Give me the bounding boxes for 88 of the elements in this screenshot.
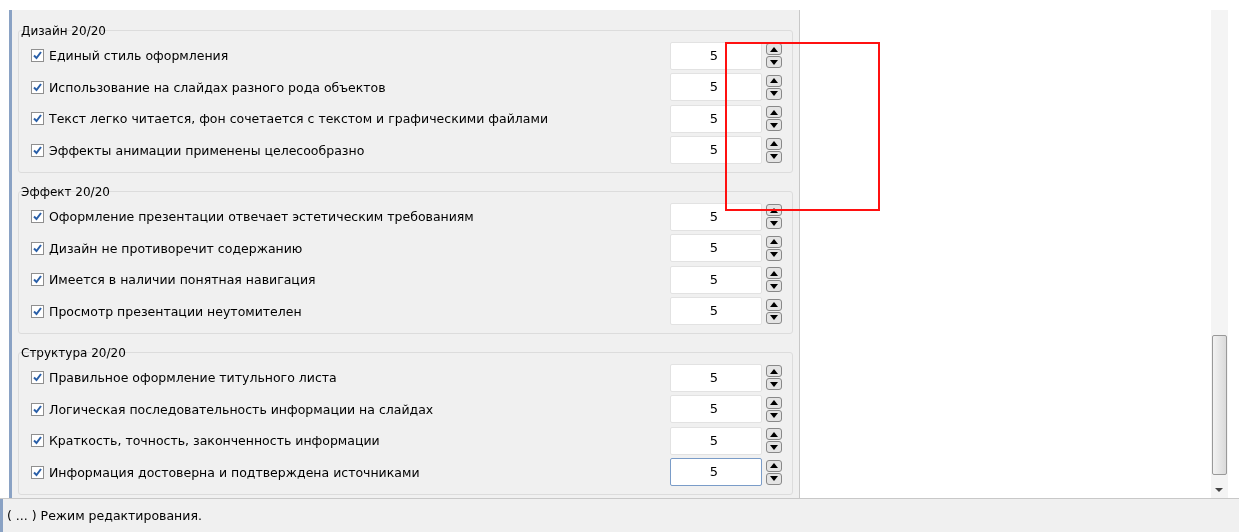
criterion-label: Просмотр презентации неутомителен <box>49 303 302 319</box>
score-field[interactable]: 5 <box>670 41 762 70</box>
checkbox[interactable] <box>31 371 44 385</box>
spin-up-button[interactable] <box>766 74 782 87</box>
down-arrow-icon <box>770 413 778 419</box>
score-field[interactable]: 5 <box>670 395 762 424</box>
up-arrow-icon <box>770 270 778 276</box>
down-arrow-icon <box>770 154 778 160</box>
spin-down-button[interactable] <box>766 150 782 163</box>
spin-down-button[interactable] <box>766 217 782 230</box>
checkbox[interactable] <box>31 80 44 94</box>
spin-up-button[interactable] <box>766 137 782 150</box>
score-field[interactable]: 5 <box>670 363 762 392</box>
criterion-label: Использование на слайдах разного рода объектов <box>49 79 386 95</box>
criterion-label: Эффекты анимации применены целесообразно <box>49 142 365 158</box>
up-arrow-icon <box>770 302 778 308</box>
score-field[interactable]: 5 <box>670 265 762 294</box>
score-field[interactable]: 5 <box>670 136 762 165</box>
spin-down-button[interactable] <box>766 472 782 485</box>
up-arrow-icon <box>770 431 778 437</box>
spin-up-button[interactable] <box>766 428 782 441</box>
scroll-down-icon[interactable] <box>1215 488 1223 492</box>
criterion-label: Логическая последовательность информации на слайдах <box>49 401 434 417</box>
spin-up-button[interactable] <box>766 106 782 119</box>
criterion-label: Краткость, точность, законченность информации <box>49 433 380 449</box>
criterion-label: Имеется в наличии понятная навигация <box>49 272 316 288</box>
spin-down-button[interactable] <box>766 378 782 391</box>
spin-down-button[interactable] <box>766 56 782 69</box>
up-arrow-icon <box>770 463 778 469</box>
spin-up-button[interactable] <box>766 267 782 280</box>
up-arrow-icon <box>770 141 778 147</box>
checkbox[interactable] <box>31 49 44 63</box>
scrollbar-thumb[interactable] <box>1212 335 1227 475</box>
down-arrow-icon <box>770 220 778 226</box>
down-arrow-icon <box>770 381 778 387</box>
criterion-label: Оформление презентации отвечает эстетическим требованиям <box>49 209 474 225</box>
checkbox[interactable] <box>31 210 44 224</box>
down-arrow-icon <box>770 91 778 97</box>
score-field[interactable]: 5 <box>670 426 762 455</box>
checkbox[interactable] <box>31 465 44 479</box>
spin-down-button[interactable] <box>766 280 782 293</box>
spin-down-button[interactable] <box>766 409 782 422</box>
down-arrow-icon <box>770 283 778 289</box>
up-arrow-icon <box>770 109 778 115</box>
criterion-label: Текст легко читается, фон сочетается с текстом и графическими файлами <box>49 111 548 127</box>
scrollbar[interactable] <box>1211 10 1228 498</box>
spin-down-button[interactable] <box>766 441 782 454</box>
group-title: Структура 20/20 <box>21 345 126 362</box>
score-field[interactable]: 5 <box>670 458 762 487</box>
criterion-label: Единый стиль оформления <box>49 48 229 64</box>
group-title: Эффект 20/20 <box>21 184 110 201</box>
down-arrow-icon <box>770 315 778 321</box>
spin-down-button[interactable] <box>766 119 782 132</box>
spin-up-button[interactable] <box>766 298 782 311</box>
spin-up-button[interactable] <box>766 235 782 248</box>
score-field[interactable]: 5 <box>670 234 762 263</box>
criterion-label: Информация достоверна и подтверждена источниками <box>49 464 420 480</box>
checkbox[interactable] <box>31 241 44 255</box>
criterion-label: Дизайн не противоречит содержанию <box>49 240 303 256</box>
score-field[interactable]: 5 <box>670 202 762 231</box>
checkbox[interactable] <box>31 402 44 416</box>
spin-down-button[interactable] <box>766 87 782 100</box>
score-field[interactable]: 5 <box>670 104 762 133</box>
up-arrow-icon <box>770 368 778 374</box>
score-field[interactable]: 5 <box>670 297 762 326</box>
down-arrow-icon <box>770 122 778 128</box>
up-arrow-icon <box>770 46 778 52</box>
down-arrow-icon <box>770 476 778 482</box>
spin-down-button[interactable] <box>766 248 782 261</box>
down-arrow-icon <box>770 252 778 258</box>
checkbox[interactable] <box>31 304 44 318</box>
up-arrow-icon <box>770 239 778 245</box>
status-text: ( ... ) Режим редактирования. <box>0 499 1239 532</box>
criterion-label: Правильное оформление титульного листа <box>49 370 337 386</box>
down-arrow-icon <box>770 444 778 450</box>
checkbox[interactable] <box>31 273 44 287</box>
checkbox[interactable] <box>31 434 44 448</box>
up-arrow-icon <box>770 400 778 406</box>
checkbox[interactable] <box>31 112 44 126</box>
checkbox[interactable] <box>31 143 44 157</box>
spin-up-button[interactable] <box>766 459 782 472</box>
spin-down-button[interactable] <box>766 311 782 324</box>
up-arrow-icon <box>770 78 778 84</box>
spin-up-button[interactable] <box>766 396 782 409</box>
spin-up-button[interactable] <box>766 365 782 378</box>
score-field[interactable]: 5 <box>670 73 762 102</box>
group-title: Дизайн 20/20 <box>21 23 106 40</box>
down-arrow-icon <box>770 59 778 65</box>
